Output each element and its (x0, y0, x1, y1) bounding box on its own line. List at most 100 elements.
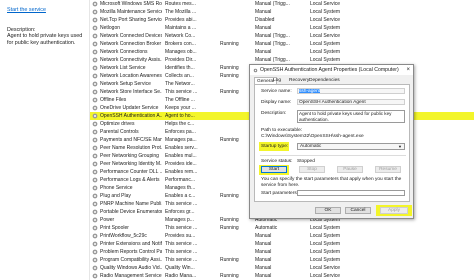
service-name: Payments and NFC/SE Man... (100, 137, 162, 143)
close-icon[interactable]: × (406, 65, 410, 75)
service-status: Running (220, 89, 239, 95)
service-startup: Manual (255, 265, 272, 271)
service-logon: Local Service (310, 1, 341, 7)
service-row[interactable]: Program Compatibility Assi... This servic… (90, 256, 474, 264)
service-name: Microsoft Windows SMS Ro... (100, 1, 162, 7)
service-row[interactable]: Network Connections Manages ob... Manual Lo… (90, 48, 474, 56)
service-status: Running (220, 225, 239, 231)
service-gear-icon (92, 97, 98, 103)
start-button[interactable]: Start (261, 166, 287, 173)
service-gear-icon (92, 185, 98, 191)
service-desc: Keeps your ... (165, 105, 196, 111)
service-name: Optimize drives (100, 121, 135, 127)
ok-button[interactable]: OK (315, 207, 341, 214)
service-gear-icon (92, 49, 98, 55)
service-row[interactable]: Problem Reports Control Pa... This servic… (90, 248, 474, 256)
description-field[interactable]: Agent to hold private keys used for publ… (297, 110, 405, 123)
stop-button[interactable]: Stop (299, 166, 325, 173)
service-name: Portable Device Enumerator... (100, 209, 162, 215)
resume-button[interactable]: Resume (375, 166, 401, 173)
service-row[interactable]: PrintWorkflow_5c29c Provides su... Manual L… (90, 232, 474, 240)
service-desc: Provides su... (165, 233, 196, 239)
service-name: Radio Management Service (100, 273, 162, 279)
service-gear-icon (92, 41, 98, 47)
service-status: Running (220, 65, 239, 71)
start-params-input[interactable] (297, 190, 405, 196)
service-row[interactable]: Network Connection Broker Brokers con... R… (90, 40, 474, 48)
service-row[interactable]: Print Spooler This service ... Running Auto… (90, 224, 474, 232)
service-name: OneDrive Updater Service (100, 105, 159, 111)
service-row[interactable]: Radio Management Service Radio Mana... Run… (90, 272, 474, 280)
service-name: Peer Networking Identity M... (100, 161, 162, 167)
service-row[interactable]: Network Connected Devices ... Network Co.… (90, 32, 474, 40)
service-gear-icon (92, 113, 98, 119)
service-name: Net.Tcp Port Sharing Service (100, 17, 162, 23)
service-startup: Manual (255, 233, 272, 239)
service-gear-icon (92, 241, 98, 247)
service-desc: This service ... (165, 225, 198, 231)
display-name-field[interactable]: OpenSSH Authentication Agent (297, 99, 405, 105)
service-name: Network Connected Devices ... (100, 33, 162, 39)
service-gear-icon (92, 257, 98, 263)
service-desc: Performanc... (165, 177, 196, 183)
startup-type-select[interactable]: Automatic ▼ (297, 143, 405, 150)
service-name: PrintWorkflow_5c29c (100, 233, 147, 239)
service-gear-icon (92, 225, 98, 231)
service-name: OpenSSH Authentication A... (100, 113, 162, 119)
service-desc: Network Co... (165, 33, 196, 39)
cancel-button[interactable]: Cancel (345, 207, 371, 214)
service-name: Performance Logs & Alerts (100, 177, 160, 183)
service-name: Performance Counter DLL ... (100, 169, 162, 175)
service-gear-icon (92, 25, 98, 31)
service-row[interactable]: Netlogon Maintains a ... Manual Local Syste… (90, 24, 474, 32)
service-logon: Local System (310, 249, 341, 255)
service-gear-icon (92, 121, 98, 127)
service-row[interactable]: Net.Tcp Port Sharing Service Provides abi… (90, 16, 474, 24)
service-desc: The Networ... (165, 81, 195, 87)
chevron-down-icon: ▼ (398, 144, 402, 149)
service-name: Network Store Interface Se... (100, 89, 162, 95)
description-text: Agent to hold private keys used for publ… (7, 33, 83, 46)
service-startup: Manual (255, 49, 272, 55)
service-gear-icon (92, 17, 98, 23)
service-name: Network Connections (100, 49, 148, 55)
service-gear-icon (92, 177, 98, 183)
service-name: Peer Name Resolution Prot... (100, 145, 162, 151)
start-service-link[interactable]: Start the service (7, 7, 46, 13)
service-status: Running (220, 137, 239, 143)
display-name-label: Display name: (261, 100, 292, 105)
pause-button[interactable]: Pause (337, 166, 363, 173)
service-name: Printer Extensions and Notif... (100, 241, 162, 247)
service-logon: Local Service (310, 273, 341, 279)
service-desc: Collects an... (165, 73, 194, 79)
service-gear-icon (92, 57, 98, 63)
service-desc: Brokers con... (165, 41, 196, 47)
service-desc: This service ... (165, 249, 198, 255)
service-row[interactable]: Microsoft Windows SMS Ro... Routes mes...… (90, 0, 474, 8)
service-gear-icon (92, 81, 98, 87)
service-gear-icon (92, 217, 98, 223)
service-name: Network Connectivity Assis... (100, 57, 162, 63)
apply-button[interactable]: Apply (380, 207, 408, 214)
service-name: Print Spooler (100, 225, 129, 231)
service-name: Offline Files (100, 97, 127, 103)
service-desc: Enforces pa... (165, 129, 196, 135)
service-logon: Local System (310, 41, 341, 47)
dialog-title-bar[interactable]: OpenSSH Authentication Agent Properties … (250, 65, 413, 75)
description-field-label: Description: (261, 111, 287, 116)
service-gear-icon (92, 65, 98, 71)
service-row[interactable]: Printer Extensions and Notif... This serv… (90, 240, 474, 248)
service-gear-icon (92, 265, 98, 271)
service-logon: Local Service (310, 33, 341, 39)
service-desc: This service ... (165, 241, 198, 247)
dialog-title: OpenSSH Authentication Agent Properties … (260, 67, 399, 73)
path-value: C:\Windows\System32\OpenSSH\ssh-agent.ex… (261, 134, 364, 139)
service-logon: Local System (310, 57, 341, 63)
service-row[interactable]: Quality Windows Audio Vid... Quality Win.… (90, 264, 474, 272)
service-gear-icon (253, 68, 258, 73)
service-desc: Enables mul... (165, 153, 197, 159)
service-name-field[interactable]: ssh-agent (297, 88, 405, 94)
service-row[interactable]: Mozilla Maintenance Service The Mozilla .… (90, 8, 474, 16)
service-startup: Manual (255, 257, 272, 263)
service-row[interactable]: Network Connectivity Assis... Provides Di… (90, 56, 474, 64)
